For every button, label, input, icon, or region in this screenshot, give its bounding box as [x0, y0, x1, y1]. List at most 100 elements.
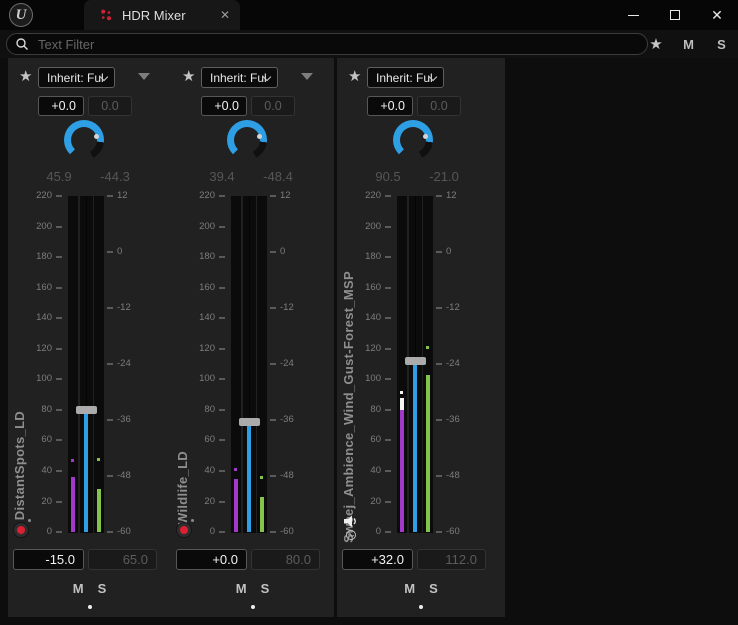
right-scale-label: 0	[117, 246, 123, 257]
solo-all-button[interactable]: S	[705, 37, 738, 52]
right-scale-label: -48	[446, 470, 460, 481]
right-scale-label: -12	[117, 302, 131, 313]
gain-knob[interactable]	[64, 120, 104, 160]
fader-value-input[interactable]: +0.0	[176, 549, 247, 570]
left-scale-tick	[56, 531, 62, 533]
left-scale-label: 60	[204, 434, 215, 446]
routing-dropdown-label: Inherit: Ful	[210, 70, 267, 85]
solo-button[interactable]: S	[429, 581, 438, 596]
mute-button[interactable]: M	[236, 581, 247, 596]
search-input[interactable]	[36, 35, 596, 53]
gain-offset-input[interactable]: +0.0	[38, 96, 84, 116]
left-scale-tick	[385, 439, 391, 442]
loudness-readout-left: 39.4	[209, 169, 235, 184]
left-scale-tick	[56, 439, 62, 442]
left-scale-tick	[56, 500, 62, 503]
search-icon	[16, 38, 28, 50]
right-scale-tick	[436, 531, 442, 533]
text-filter-field[interactable]	[6, 33, 648, 55]
green-peak-dot	[426, 346, 429, 350]
routing-dropdown[interactable]: Inherit: Ful	[201, 67, 278, 88]
page-indicator-dot	[87, 605, 92, 609]
left-scale-tick	[56, 317, 62, 320]
left-scale-tick	[385, 469, 391, 472]
routing-dropdown[interactable]: Inherit: Ful	[38, 67, 115, 88]
green-peak-dot	[260, 476, 263, 479]
right-scale-label: 12	[280, 190, 291, 201]
left-scale-label: 140	[199, 312, 215, 324]
tab-hdr-mixer[interactable]: HDR Mixer ✕	[84, 0, 240, 30]
record-status-icon[interactable]	[13, 519, 31, 538]
expander-triangle-icon[interactable]	[301, 73, 313, 80]
fader-fill	[247, 422, 251, 532]
right-scale-label: -24	[446, 358, 460, 369]
knob-indicator-dot	[423, 134, 428, 139]
window-controls: ✕	[612, 0, 738, 30]
left-scale-label: 180	[199, 251, 215, 263]
purple-meter-bar	[234, 478, 238, 532]
right-scale-label: -12	[280, 302, 294, 313]
solo-button[interactable]: S	[261, 581, 270, 596]
gain-offset-input[interactable]: +0.0	[367, 96, 413, 116]
solo-button[interactable]: S	[98, 581, 107, 596]
maximize-button[interactable]	[654, 0, 696, 30]
favorite-star-icon[interactable]: ★	[182, 67, 195, 85]
maximize-icon	[670, 10, 680, 20]
fader-value-input[interactable]: +32.0	[342, 549, 413, 570]
left-scale-label: 200	[36, 220, 52, 232]
fader-fill	[84, 409, 88, 532]
left-scale-tick	[385, 317, 391, 320]
favorite-star-icon[interactable]: ★	[348, 67, 361, 85]
right-scale-tick	[270, 419, 276, 421]
right-scale-label: -48	[280, 470, 294, 481]
gain-offset-input[interactable]: +0.0	[201, 96, 247, 116]
knob-hole	[400, 127, 426, 153]
mute-button[interactable]: M	[404, 581, 415, 596]
right-scale-tick	[107, 363, 113, 365]
loudness-readout-right: -48.4	[263, 169, 293, 184]
record-status-icon[interactable]	[176, 519, 194, 538]
left-scale-tick	[56, 378, 62, 381]
right-scale-label: -48	[117, 470, 131, 481]
close-button[interactable]: ✕	[696, 0, 738, 30]
green-meter-bar	[97, 489, 101, 532]
unreal-engine-logo-icon[interactable]: U	[9, 3, 33, 27]
gain-knob[interactable]	[227, 120, 267, 160]
right-scale-tick	[107, 419, 113, 421]
left-scale-tick	[219, 408, 225, 411]
mute-all-button[interactable]: M	[672, 37, 705, 52]
minimize-icon	[627, 14, 639, 16]
loudness-readout-right: -21.0	[429, 169, 459, 184]
mute-button[interactable]: M	[73, 581, 84, 596]
right-scale-tick	[107, 195, 113, 197]
left-scale-tick	[219, 347, 225, 350]
hdr-mixer-window: U HDR Mixer ✕ ✕ ★ M	[0, 0, 738, 625]
mixer-content: ★ Inherit: Ful +0.0 0.0 45.9 -44.3 220 200 18…	[0, 58, 738, 625]
left-scale-label: 180	[365, 251, 381, 263]
routing-dropdown[interactable]: Inherit: Ful	[367, 67, 444, 88]
channel-name-label: Wildlife_LD	[175, 451, 190, 525]
expander-triangle-icon[interactable]	[138, 73, 150, 80]
fader-handle[interactable]	[76, 405, 97, 414]
fader-value-input[interactable]: -15.0	[13, 549, 84, 570]
favorites-filter-icon[interactable]: ★	[640, 35, 672, 53]
right-scale-label: -36	[280, 414, 294, 425]
right-scale-label: -60	[117, 526, 131, 537]
fader-handle[interactable]	[239, 418, 260, 426]
right-scale-label: -60	[280, 526, 294, 537]
left-scale-label: 100	[36, 373, 52, 385]
tab-close-icon[interactable]: ✕	[220, 8, 230, 22]
loudness-readout-left: 45.9	[46, 169, 72, 184]
minimize-button[interactable]	[612, 0, 654, 30]
gain-knob[interactable]	[393, 120, 433, 160]
tab-title: HDR Mixer	[122, 7, 186, 23]
fader-handle[interactable]	[405, 356, 426, 365]
purple-meter-bar	[400, 409, 404, 532]
record-small-dot	[28, 519, 31, 522]
left-scale-tick	[385, 378, 391, 381]
gain-offset-alt-value: 0.0	[88, 96, 132, 116]
left-scale-label: 80	[204, 403, 215, 415]
left-scale-label: 160	[199, 281, 215, 293]
favorite-star-icon[interactable]: ★	[19, 67, 32, 85]
left-scale-label: 220	[199, 190, 215, 201]
